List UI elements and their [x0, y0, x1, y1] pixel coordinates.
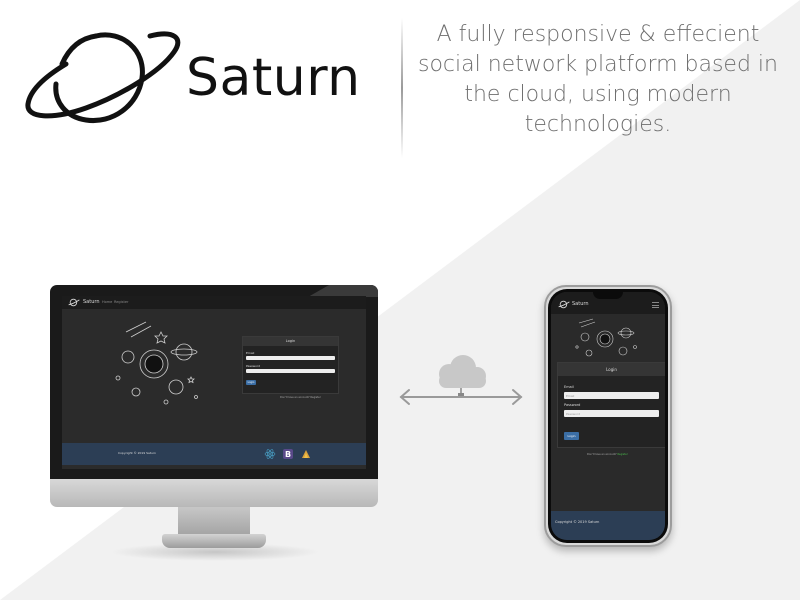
- desktop-footer: Copyright © 2019 Saturn B: [62, 443, 366, 465]
- mobile-phone: Saturn Login Email Email Password Passwo…: [544, 285, 672, 547]
- mobile-login-button-label: Login: [567, 434, 576, 438]
- monitor-chin: [50, 479, 378, 507]
- desktop-copyright: Copyright © 2019 Saturn: [118, 451, 157, 455]
- desktop-register-prompt[interactable]: Don't have an account? Register: [280, 396, 321, 399]
- mobile-register-text: Don't have an account?: [587, 453, 617, 456]
- desktop-login-button[interactable]: Login: [246, 380, 256, 385]
- svg-text:B: B: [285, 450, 291, 459]
- desktop-email-field[interactable]: [246, 356, 335, 360]
- mobile-login-card: Login Email Email Password Password Logi…: [557, 362, 665, 448]
- desktop-screen: Saturn Home Register Login Email Passwor…: [62, 296, 366, 469]
- desktop-monitor: Saturn Home Register Login Email Passwor…: [50, 285, 378, 561]
- mobile-screen: Saturn Login Email Email Password Passwo…: [551, 292, 665, 540]
- desktop-password-label: Password: [246, 364, 261, 368]
- space-illustration: [115, 321, 198, 405]
- desktop-login-title: Login: [285, 339, 296, 343]
- hamburger-icon[interactable]: [652, 302, 659, 308]
- desktop-nav-register[interactable]: Register: [114, 300, 128, 304]
- desktop-password-field[interactable]: [246, 369, 335, 373]
- desktop-nav-brand[interactable]: Saturn: [83, 299, 100, 305]
- mobile-login-header: Login: [558, 363, 665, 376]
- mobile-email-placeholder: Email: [566, 393, 575, 398]
- phone-notch: [593, 289, 623, 299]
- desktop-nav-home[interactable]: Home: [102, 300, 112, 304]
- monitor-stand-base: [162, 534, 266, 548]
- mobile-email-field[interactable]: Email: [564, 392, 659, 399]
- mobile-email-label: Email: [564, 385, 574, 389]
- firebase-icon: [302, 450, 310, 458]
- mobile-password-field[interactable]: Password: [564, 410, 659, 417]
- desktop-navbar: Saturn Home Register: [62, 296, 366, 309]
- cloud-icon: [399, 355, 523, 405]
- react-icon: [264, 449, 276, 459]
- mobile-nav-brand[interactable]: Saturn: [572, 301, 589, 307]
- desktop-login-button-label: Login: [247, 380, 255, 384]
- brand-name: Saturn: [186, 48, 361, 108]
- mobile-copyright: Copyright © 2019 Saturn: [555, 520, 600, 524]
- mobile-password-label: Password: [564, 403, 581, 407]
- desktop-login-card: Login Email Password Login: [242, 336, 339, 394]
- desktop-email-label: Email: [246, 351, 255, 355]
- tagline: A fully responsive & effecient social ne…: [418, 22, 778, 137]
- mobile-register-prompt: Don't have an account? Register: [587, 453, 628, 456]
- mobile-password-placeholder: Password: [566, 411, 581, 416]
- mobile-footer: Copyright © 2019 Saturn: [551, 511, 665, 540]
- space-illustration: [575, 318, 637, 357]
- monitor-stand-neck: [178, 507, 250, 535]
- saturn-planet-icon: [558, 300, 570, 309]
- mobile-login-title: Login: [606, 367, 617, 372]
- saturn-planet-icon: [25, 31, 181, 124]
- mobile-register-link[interactable]: Register: [617, 453, 627, 456]
- mobile-login-button[interactable]: Login: [564, 432, 579, 440]
- saturn-planet-icon: [68, 298, 80, 307]
- header-divider: [401, 18, 403, 158]
- desktop-login-header: Login: [243, 337, 338, 346]
- bootstrap-icon: B: [283, 449, 293, 459]
